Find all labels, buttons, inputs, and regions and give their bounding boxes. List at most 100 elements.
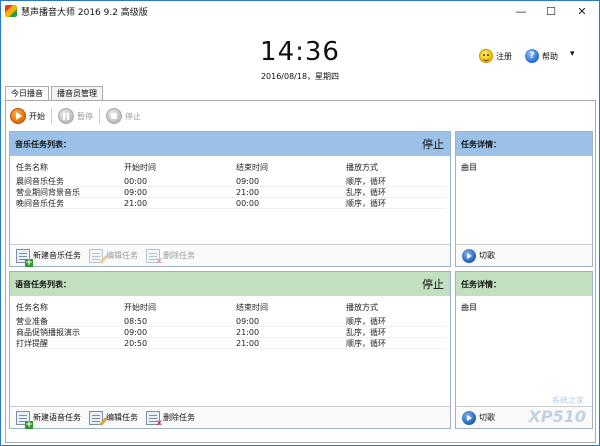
watermark-site: 系统之家	[552, 396, 584, 405]
voice-panel-header: 语音任务列表： 停止	[10, 272, 450, 296]
music-detail-header: 任务详情：	[456, 132, 592, 156]
register-label: 注册	[496, 51, 512, 61]
help-icon: ?	[525, 49, 539, 63]
music-table-header: 任务名称 开始时间 结束时间 播放方式	[14, 162, 446, 174]
voice-detail-footer: 切歌 XP510	[456, 406, 592, 428]
column-header[interactable]: 播放方式	[346, 162, 446, 174]
voice-table-header: 任务名称 开始时间 结束时间 播放方式	[14, 302, 446, 314]
register-button[interactable]: 注册	[479, 49, 512, 63]
stop-icon	[106, 108, 122, 124]
music-panel-title: 音乐任务列表：	[15, 139, 71, 149]
music-status: 停止	[422, 138, 444, 151]
task-name: 商品促销播报演示	[16, 328, 80, 337]
task-mode: 乱序，循环	[346, 328, 386, 337]
voice-task-table: 营业准备 08:50 09:00 顺序，循环 商品促销播报演示 09:00 21…	[14, 316, 446, 349]
pause-label: 暂停	[77, 111, 93, 121]
column-header[interactable]: 任务名称	[14, 302, 124, 314]
tab-content: 开始 暂停 停止 音乐任务列表： 停止 任务名称 开始时间 结束时间 播放方式 …	[5, 100, 596, 443]
voice-detail-panel: 任务详情： 曲目 系统之家 切歌 XP510	[455, 271, 593, 429]
column-header[interactable]: 开始时间	[124, 302, 236, 314]
delete-task-label: 删除任务	[163, 413, 195, 422]
new-task-icon	[16, 410, 33, 429]
tab-announcer-management[interactable]: 播音员管理	[51, 86, 103, 100]
task-mode: 顺序，循环	[346, 317, 386, 326]
column-header[interactable]: 结束时间	[236, 302, 346, 314]
task-start: 09:00	[124, 188, 148, 197]
smiley-icon	[479, 49, 493, 63]
task-end: 00:00	[236, 199, 260, 208]
new-music-task-button[interactable]: 新建音乐任务	[16, 248, 81, 267]
cut-voice-button[interactable]: 切歌	[462, 410, 495, 425]
app-window: 慧声播音大师 2016 9.2 高级版 — ☐ ✕ 14:36 2016/08/…	[0, 0, 600, 446]
close-button[interactable]: ✕	[567, 1, 597, 21]
column-header[interactable]: 播放方式	[346, 302, 446, 314]
music-task-table: 晨间音乐任务 00:00 09:00 顺序，循环 营业期间背景音乐 09:00 …	[14, 176, 446, 209]
start-label: 开始	[29, 111, 45, 121]
delete-voice-task-button[interactable]: 删除任务	[146, 410, 195, 428]
column-header[interactable]: 任务名称	[14, 162, 124, 174]
voice-status: 停止	[422, 278, 444, 291]
toolbar-divider	[51, 108, 52, 124]
task-mode: 顺序，循环	[346, 177, 386, 186]
music-detail-panel: 任务详情： 曲目 切歌	[455, 131, 593, 267]
help-dropdown[interactable]: ▾	[570, 49, 575, 59]
stop-label: 停止	[125, 111, 141, 121]
voice-panel-title: 语音任务列表：	[15, 279, 71, 289]
edit-task-label: 编辑任务	[106, 251, 138, 260]
edit-voice-task-button[interactable]: 编辑任务	[89, 410, 138, 425]
minimize-button[interactable]: —	[506, 1, 536, 21]
play-icon	[10, 108, 26, 124]
tab-bar: 今日播音 播音员管理	[5, 86, 105, 101]
task-mode: 顺序，循环	[346, 199, 386, 208]
delete-music-task-button[interactable]: 删除任务	[146, 248, 195, 266]
table-row[interactable]: 商品促销播报演示 09:00 21:00 乱序，循环	[14, 327, 446, 338]
music-detail-footer: 切歌	[456, 244, 592, 266]
start-button[interactable]: 开始	[10, 108, 45, 124]
delete-task-icon	[146, 248, 163, 266]
voice-detail-track-label: 曲目	[461, 303, 477, 312]
next-track-icon	[462, 410, 476, 425]
column-header[interactable]: 结束时间	[236, 162, 346, 174]
cut-voice-label: 切歌	[479, 413, 495, 422]
edit-task-icon	[89, 248, 103, 263]
new-voice-task-button[interactable]: 新建语音任务	[16, 410, 81, 429]
clock-date: 2016/08/18，星期四	[260, 72, 340, 81]
help-label: 帮助	[542, 51, 558, 61]
maximize-button[interactable]: ☐	[536, 1, 566, 21]
task-name: 营业期间背景音乐	[16, 188, 80, 197]
task-start: 21:00	[124, 199, 148, 208]
music-detail-title: 任务详情：	[461, 139, 501, 149]
stop-button[interactable]: 停止	[106, 108, 141, 124]
new-task-icon	[16, 248, 33, 267]
edit-task-icon	[89, 410, 103, 425]
voice-detail-header: 任务详情：	[456, 272, 592, 296]
table-row[interactable]: 晨间音乐任务 00:00 09:00 顺序，循环	[14, 176, 446, 187]
table-row[interactable]: 营业期间背景音乐 09:00 21:00 乱序，循环	[14, 187, 446, 198]
pause-icon	[58, 108, 74, 124]
task-name: 营业准备	[16, 317, 48, 326]
music-detail-track-label: 曲目	[461, 163, 477, 172]
task-mode: 顺序，循环	[346, 339, 386, 348]
table-row[interactable]: 晚间音乐任务 21:00 00:00 顺序，循环	[14, 198, 446, 209]
app-logo-icon	[5, 5, 17, 17]
title-bar: 慧声播音大师 2016 9.2 高级版 — ☐ ✕	[1, 1, 599, 21]
table-row[interactable]: 营业准备 08:50 09:00 顺序，循环	[14, 316, 446, 327]
help-button[interactable]: ? 帮助	[525, 49, 558, 63]
next-track-icon	[462, 248, 476, 263]
cut-song-button[interactable]: 切歌	[462, 248, 495, 263]
task-start: 08:50	[124, 317, 148, 326]
pause-button[interactable]: 暂停	[58, 108, 93, 124]
table-row[interactable]: 打烊提醒 20:50 21:00 顺序，循环	[14, 338, 446, 349]
new-voice-task-label: 新建语音任务	[33, 413, 81, 422]
task-end: 21:00	[236, 328, 260, 337]
music-task-panel: 音乐任务列表： 停止 任务名称 开始时间 结束时间 播放方式 晨间音乐任务 00…	[9, 131, 451, 267]
task-end: 21:00	[236, 188, 260, 197]
toolbar-divider	[99, 108, 100, 124]
tab-today-broadcast[interactable]: 今日播音	[5, 86, 49, 101]
task-start: 00:00	[124, 177, 148, 186]
task-end: 21:00	[236, 339, 260, 348]
edit-music-task-button[interactable]: 编辑任务	[89, 248, 138, 263]
toolbar: 开始 暂停 停止	[10, 105, 141, 127]
column-header[interactable]: 开始时间	[124, 162, 236, 174]
voice-task-panel: 语音任务列表： 停止 任务名称 开始时间 结束时间 播放方式 营业准备 08:5…	[9, 271, 451, 429]
